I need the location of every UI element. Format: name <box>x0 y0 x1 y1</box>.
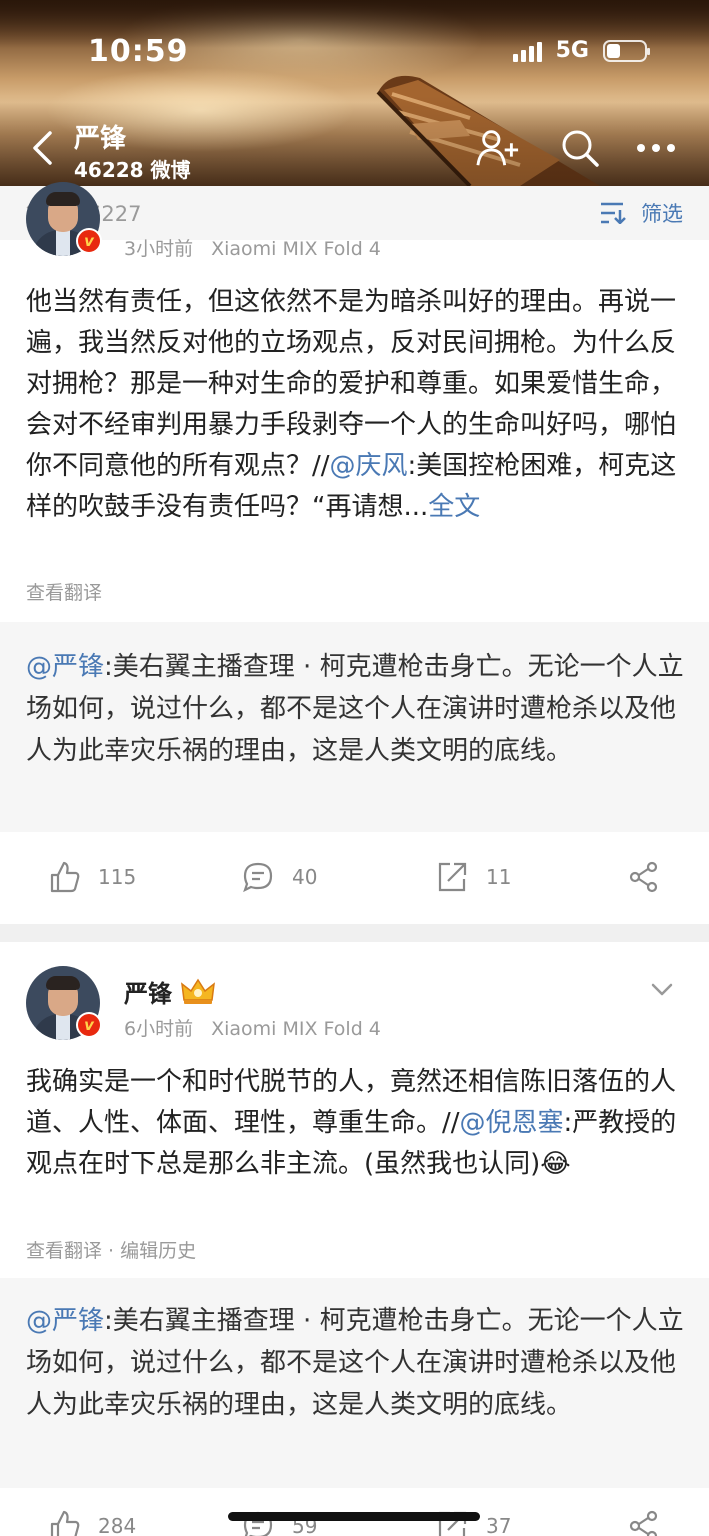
like-count: 115 <box>98 865 137 889</box>
profile-name: 严锋 <box>74 124 127 154</box>
thumbs-up-icon <box>50 1510 80 1536</box>
post-count: 46228 微博 <box>74 158 191 182</box>
post-time: 3小时前 <box>124 238 194 260</box>
post-card: v 严锋 6小时前 Xiaomi MIX Fold 4 我确实是一个和时代脱节的人… <box>0 942 709 1278</box>
repost-text: @严锋:美右翼主播查理 · 柯克遭枪击身亡。无论一个人立场如何，说过什么，都不是… <box>26 1306 684 1420</box>
network-type: 5G <box>555 38 589 63</box>
repost-mention-link[interactable]: @严锋 <box>26 652 104 682</box>
repost-text: @严锋:美右翼主播查理 · 柯克遭枪击身亡。无论一个人立场如何，说过什么，都不是… <box>26 652 684 766</box>
laughing-emoji: 😂 <box>540 1149 571 1179</box>
share-button[interactable] <box>628 1488 660 1536</box>
filter-bar: 微博 46227 筛选 <box>0 186 709 240</box>
like-button[interactable]: 115 <box>48 832 136 922</box>
filter-icon <box>601 202 626 224</box>
repost-block[interactable]: @严锋:美右翼主播查理 · 柯克遭枪击身亡。无论一个人立场如何，说过什么，都不是… <box>0 622 709 832</box>
status-time: 10:59 <box>88 34 189 69</box>
post-device: Xiaomi MIX Fold 4 <box>211 1018 381 1040</box>
crown-badge-icon <box>181 978 215 1004</box>
repost-count: 11 <box>486 865 512 889</box>
comment-icon <box>243 862 273 893</box>
search-icon[interactable] <box>558 126 602 170</box>
more-icon[interactable] <box>634 126 678 170</box>
expand-link[interactable]: 全文 <box>428 492 480 522</box>
repost-count: 37 <box>486 1514 512 1536</box>
share-icon <box>629 861 658 893</box>
home-indicator[interactable] <box>228 1512 480 1521</box>
back-icon[interactable] <box>24 128 60 168</box>
repost-button[interactable]: 11 <box>436 832 511 922</box>
share-button[interactable] <box>628 832 660 922</box>
like-button[interactable]: 284 <box>48 1488 136 1536</box>
verified-badge-icon: v <box>76 1012 102 1038</box>
add-friend-icon[interactable] <box>476 126 520 170</box>
comment-count: 40 <box>292 865 318 889</box>
post-time: 6小时前 <box>124 1018 194 1040</box>
avatar[interactable]: v <box>26 966 102 1040</box>
post-text: 我确实是一个和时代脱节的人，竟然还相信陈旧落伍的人道、人性、体面、理性，尊重生命… <box>26 1067 677 1179</box>
signal-icon <box>512 40 542 62</box>
filter-label: 筛选 <box>641 202 683 226</box>
post-text: 他当然有责任，但这依然不是为暗杀叫好的理由。再说一遍，我当然反对他的立场观点，反… <box>26 287 677 522</box>
repost-mention-link[interactable]: @严锋 <box>26 1306 104 1336</box>
post-meta: 3小时前 Xiaomi MIX Fold 4 <box>124 234 381 261</box>
thumbs-up-icon <box>50 861 80 893</box>
post-device: Xiaomi MIX Fold 4 <box>211 238 381 260</box>
avatar[interactable]: v <box>26 182 102 256</box>
repost-icon <box>438 862 467 892</box>
chevron-down-icon[interactable] <box>649 976 675 1002</box>
status-indicators: 5G <box>512 38 650 63</box>
screen: 10:59 5G 严锋 46228 微博 微博 46227 筛选 v 3小时前X <box>0 0 709 1536</box>
like-count: 284 <box>98 1514 137 1536</box>
mention-link[interactable]: @倪恩塞 <box>460 1108 564 1138</box>
battery-icon <box>603 39 650 62</box>
share-icon <box>629 1510 658 1536</box>
repost-block[interactable]: @严锋:美右翼主播查理 · 柯克遭枪击身亡。无论一个人立场如何，说过什么，都不是… <box>0 1278 709 1488</box>
author-name[interactable]: 严锋 <box>124 974 216 1009</box>
filter-button[interactable]: 筛选 <box>599 198 683 228</box>
post-meta: 6小时前 Xiaomi MIX Fold 4 <box>124 1014 381 1041</box>
comment-button[interactable]: 40 <box>242 832 317 922</box>
verified-badge-icon: v <box>76 228 102 254</box>
translate-link[interactable]: 查看翻译 <box>26 578 102 605</box>
post-actions: 115 40 11 <box>0 832 709 924</box>
mention-link[interactable]: @庆风 <box>330 451 408 481</box>
translate-history-links[interactable]: 查看翻译 · 编辑历史 <box>26 1236 196 1263</box>
post-card: v 3小时前 Xiaomi MIX Fold 4 他当然有责任，但这依然不是为暗杀… <box>0 182 709 622</box>
